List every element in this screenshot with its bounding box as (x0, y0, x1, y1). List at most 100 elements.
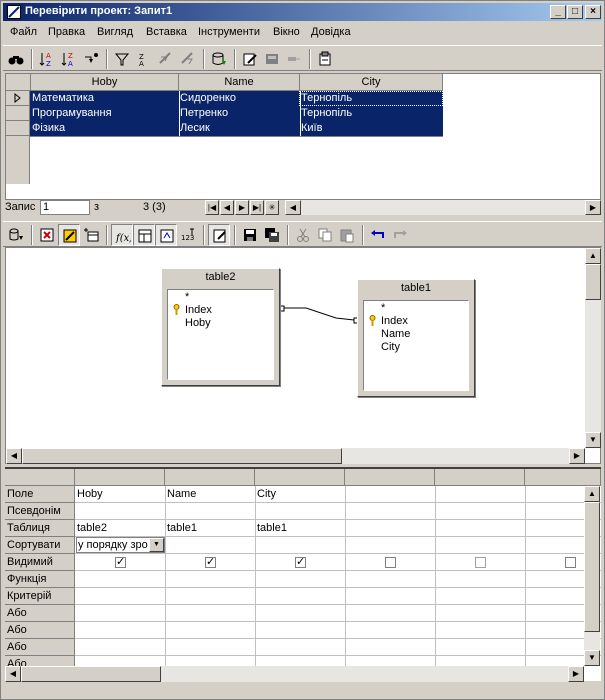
sql-toggle[interactable] (208, 224, 230, 246)
field-list[interactable]: * Index Hoby (167, 289, 274, 380)
scroll-down-button[interactable]: ▼ (585, 432, 601, 448)
scroll-thumb[interactable] (585, 264, 601, 300)
menu-insert[interactable]: Вставка (146, 26, 187, 38)
field-city[interactable]: City (381, 341, 400, 353)
scroll-up-button[interactable]: ▲ (585, 248, 601, 264)
row-selector[interactable] (6, 106, 30, 121)
field-name[interactable]: Name (381, 328, 410, 340)
scroll-right-button[interactable]: ▶ (585, 200, 601, 215)
visible-checkbox[interactable] (205, 555, 216, 568)
title-bar[interactable]: Перевірити проект: Запит1 _ □ × (3, 3, 602, 21)
field-cell[interactable]: City (255, 488, 276, 500)
column-header-city[interactable]: City (300, 74, 443, 91)
scroll-right-button[interactable]: ▶ (569, 448, 585, 464)
save-button[interactable] (239, 224, 261, 246)
sort-dropdown[interactable]: у порядку зро ▼ (76, 537, 165, 553)
table-cell[interactable]: table1 (165, 522, 197, 534)
standard-filter-button[interactable]: ZA (133, 48, 155, 70)
save-record-button[interactable] (261, 48, 283, 70)
row-selector-current[interactable] (6, 91, 30, 106)
sort-descending-button[interactable]: ZA (58, 48, 80, 70)
close-button[interactable]: × (585, 5, 601, 19)
table-row[interactable]: Фізика Лесик Київ (30, 121, 443, 136)
field-index[interactable]: Index (185, 304, 212, 316)
scroll-thumb[interactable] (21, 666, 161, 682)
row-selector[interactable] (6, 121, 30, 136)
last-record-button[interactable]: ▶| (250, 200, 264, 215)
cut-button[interactable] (292, 224, 314, 246)
copy-button[interactable] (314, 224, 336, 246)
column-header-name[interactable]: Name (179, 74, 300, 91)
cell-city[interactable]: Київ (301, 122, 322, 134)
field-cell[interactable]: Hoby (75, 488, 103, 500)
results-horizontal-scrollbar[interactable] (285, 200, 601, 215)
results-grid[interactable]: Hoby Name City Математика Сидоренко Терн… (5, 73, 601, 200)
scroll-up-button[interactable]: ▲ (584, 486, 600, 502)
column-header-hoby[interactable]: Hoby (31, 74, 179, 91)
edit-data-button[interactable] (239, 48, 261, 70)
field-hoby[interactable]: Hoby (185, 317, 211, 329)
scroll-down-button[interactable]: ▼ (584, 650, 600, 666)
redo-button[interactable] (389, 224, 411, 246)
paste-button[interactable] (336, 224, 358, 246)
table-row[interactable]: Програмування Петренко Тернопіль (30, 106, 443, 121)
cell-name[interactable]: Петренко (180, 107, 228, 119)
column-header[interactable] (435, 469, 525, 486)
table-window-table1[interactable]: table1 * Index Name City (357, 279, 475, 397)
run-query-button[interactable] (5, 224, 27, 246)
scroll-thumb[interactable] (584, 502, 600, 632)
data-to-text-button[interactable] (208, 48, 230, 70)
clear-query-button[interactable] (36, 224, 58, 246)
add-table-button[interactable] (80, 224, 102, 246)
visible-checkbox[interactable] (565, 557, 576, 568)
apply-filter-button[interactable] (155, 48, 177, 70)
field-all[interactable]: * (381, 302, 385, 314)
scroll-thumb[interactable] (22, 448, 342, 464)
table-title[interactable]: table1 (358, 282, 474, 294)
table-cell[interactable]: table1 (255, 522, 287, 534)
table-cell[interactable]: table2 (75, 522, 107, 534)
next-record-button[interactable]: ▶ (235, 200, 249, 215)
cell-hoby[interactable]: Фізика (32, 122, 65, 134)
column-header[interactable] (255, 469, 345, 486)
new-record-button[interactable]: ✳ (265, 200, 279, 215)
find-button[interactable] (5, 48, 27, 70)
scroll-left-button[interactable]: ◀ (285, 200, 301, 215)
visible-checkbox[interactable] (295, 555, 306, 568)
menu-view[interactable]: Вигляд (97, 26, 133, 38)
table-name-toggle[interactable] (133, 224, 155, 246)
query-criteria-grid[interactable]: Поле Псевдонім Таблиця Сортувати Видимий… (5, 467, 601, 682)
menu-edit[interactable]: Правка (48, 26, 85, 38)
visible-checkbox[interactable] (115, 555, 126, 568)
column-header[interactable] (75, 469, 165, 486)
menu-help[interactable]: Довідка (311, 26, 351, 38)
table-row[interactable]: Математика Сидоренко Тернопіль (30, 91, 443, 106)
menu-window[interactable]: Вікно (273, 26, 300, 38)
cell-hoby[interactable]: Програмування (32, 107, 112, 119)
undo-record-button[interactable] (283, 48, 305, 70)
table-title[interactable]: table2 (162, 271, 279, 283)
menu-file[interactable]: Файл (10, 26, 37, 38)
sort-button[interactable] (80, 48, 102, 70)
cell-hoby[interactable]: Математика (32, 92, 94, 104)
chevron-down-icon[interactable]: ▼ (149, 538, 164, 552)
field-index[interactable]: Index (381, 315, 408, 327)
cell-city[interactable]: Тернопіль (301, 107, 352, 119)
alias-toggle[interactable] (155, 224, 177, 246)
column-header[interactable] (525, 469, 601, 486)
table-design-area[interactable]: table2 * Index Hoby table1 * Index Name … (5, 247, 601, 464)
functions-toggle[interactable]: f(x) (111, 224, 133, 246)
undo-button[interactable] (367, 224, 389, 246)
distinct-values-button[interactable]: 123 (177, 224, 199, 246)
minimize-button[interactable]: _ (550, 5, 566, 19)
menu-tools[interactable]: Інструменти (198, 26, 260, 38)
cell-name[interactable]: Лесик (180, 122, 210, 134)
previous-record-button[interactable]: ◀ (220, 200, 234, 215)
autofilter-button[interactable] (111, 48, 133, 70)
column-header[interactable] (165, 469, 255, 486)
design-view-toggle[interactable] (58, 224, 80, 246)
maximize-button[interactable]: □ (567, 5, 583, 19)
record-number-input[interactable]: 1 (40, 200, 90, 215)
first-record-button[interactable]: |◀ (205, 200, 219, 215)
visible-checkbox[interactable] (385, 557, 396, 568)
